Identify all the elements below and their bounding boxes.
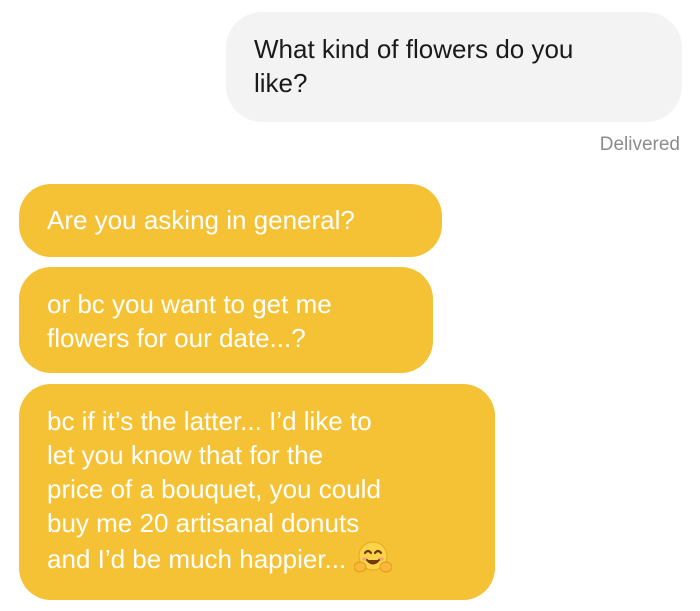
outgoing-message-text: What kind of flowers do you like?	[254, 34, 574, 98]
incoming-message-text: Are you asking in general?	[47, 205, 355, 235]
incoming-message-text-body: bc if it’s the latter... I’d like to let…	[47, 406, 381, 574]
delivery-status: Delivered	[599, 134, 680, 155]
chat-thread: What kind of flowers do you like? Delive…	[0, 0, 700, 611]
hugging-face-icon	[353, 540, 393, 582]
incoming-message-bubble[interactable]: bc if it’s the latter... I’d like to let…	[19, 384, 495, 600]
incoming-message-bubble[interactable]: or bc you want to get me flowers for our…	[19, 267, 433, 373]
outgoing-message-bubble[interactable]: What kind of flowers do you like?	[226, 12, 682, 122]
incoming-message-text: or bc you want to get me flowers for our…	[47, 289, 332, 353]
incoming-message-bubble[interactable]: Are you asking in general?	[19, 184, 442, 257]
incoming-message-text: bc if it’s the latter... I’d like to let…	[47, 404, 473, 582]
